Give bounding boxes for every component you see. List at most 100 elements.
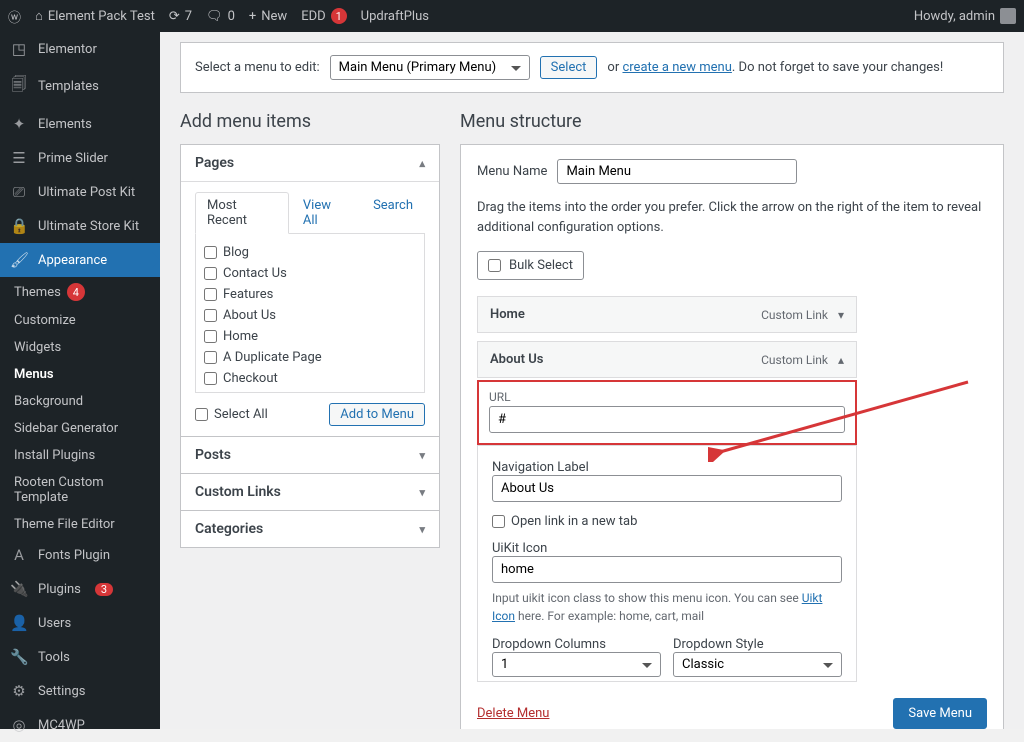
dropdown-cols-select[interactable]: 1 [492, 652, 661, 677]
caret-icon: ▾ [838, 308, 844, 322]
caret-icon: ▴ [838, 353, 844, 367]
sidebar-item[interactable]: ☰Prime Slider [0, 141, 160, 175]
sidebar-item[interactable]: 🔒Ultimate Store Kit [0, 209, 160, 243]
sidebar-sub-item[interactable]: Theme File Editor [0, 511, 160, 538]
admin-toolbar: ⓦ ⌂ Element Pack Test ⟳ 7 🗨 0 + New EDD … [0, 0, 1024, 32]
menu-structure-box: Menu Name Drag the items into the order … [460, 144, 1004, 729]
site-name[interactable]: ⌂ Element Pack Test [35, 8, 155, 24]
sidebar-item[interactable]: ◎MC4WP [0, 708, 160, 742]
sidebar-item[interactable]: 🔧Tools [0, 640, 160, 674]
menu-name-input[interactable] [557, 159, 797, 184]
menu-icon: 🔒 [10, 217, 28, 235]
delete-menu-link[interactable]: Delete Menu [477, 706, 549, 721]
menu-dropdown[interactable]: Main Menu (Primary Menu) [330, 55, 530, 80]
menu-structure-heading: Menu structure [460, 111, 1004, 132]
page-checkbox[interactable]: Purchase History [222, 389, 418, 393]
dropdown-style-select[interactable]: Classic [673, 652, 842, 677]
panel-customlinks-toggle[interactable]: Custom Links▾ [181, 474, 439, 510]
menu-item-bar[interactable]: About Us Custom Link ▴ [477, 341, 857, 378]
create-menu-link[interactable]: create a new menu [622, 60, 731, 75]
new-tab-checkbox[interactable]: Open link in a new tab [492, 514, 842, 529]
updraft-link[interactable]: UpdraftPlus [361, 9, 429, 24]
menu-select-notice: Select a menu to edit: Main Menu (Primar… [180, 42, 1004, 93]
sidebar-sub-item[interactable]: Customize [0, 307, 160, 334]
sidebar-item[interactable]: ⎚Ultimate Post Kit [0, 175, 160, 209]
sidebar-item[interactable]: ◳Elementor [0, 32, 160, 66]
navlabel-input[interactable] [492, 475, 842, 502]
caret-up-icon: ▴ [419, 157, 425, 170]
sidebar-sub-item[interactable]: Themes4 [0, 277, 160, 307]
notice-text: or create a new menu. Do not forget to s… [607, 60, 943, 75]
page-checkbox[interactable]: Contact Us [204, 263, 418, 284]
menu-icon: 🗐 [10, 74, 28, 99]
page-checkbox[interactable]: Features [204, 284, 418, 305]
uikit-help: Input uikit icon class to show this menu… [492, 589, 842, 625]
url-label: URL [489, 390, 845, 404]
menu-icon: ⎚ [10, 183, 28, 201]
uikit-input[interactable] [492, 556, 842, 583]
content-area: Select a menu to edit: Main Menu (Primar… [160, 32, 1024, 729]
menu-icon: A [10, 546, 28, 564]
page-checkbox[interactable]: Checkout [204, 368, 418, 389]
caret-down-icon: ▾ [419, 486, 425, 499]
sidebar-item[interactable]: 👤Users [0, 606, 160, 640]
bulk-select[interactable]: Bulk Select [477, 251, 584, 280]
sidebar-sub-item[interactable]: Install Plugins [0, 442, 160, 469]
add-items-heading: Add menu items [180, 111, 440, 132]
menu-icon: ☰ [10, 149, 28, 167]
sidebar-sub-item[interactable]: Rooten Custom Template [0, 469, 160, 511]
sidebar-item[interactable]: ⚙Settings [0, 674, 160, 708]
comments-link[interactable]: 🗨 0 [206, 9, 235, 24]
page-checkbox[interactable]: A Duplicate Page [204, 347, 418, 368]
caret-down-icon: ▾ [419, 523, 425, 536]
menu-icon: 👤 [10, 614, 28, 632]
sidebar-item[interactable]: 🔌Plugins3 [0, 572, 160, 606]
add-to-menu-button[interactable]: Add to Menu [329, 403, 425, 426]
navlabel-label: Navigation Label [492, 460, 589, 475]
caret-down-icon: ▾ [419, 449, 425, 462]
new-content[interactable]: + New [249, 9, 287, 24]
tab-search[interactable]: Search [361, 192, 425, 234]
brush-icon: 🖌 [10, 251, 28, 269]
menu-name-label: Menu Name [477, 164, 547, 179]
page-checkbox[interactable]: Blog [204, 242, 418, 263]
edd-link[interactable]: EDD 1 [301, 8, 346, 24]
wp-logo[interactable]: ⓦ [8, 7, 21, 26]
sidebar-sub-item[interactable]: Background [0, 388, 160, 415]
uikit-label: UiKit Icon [492, 541, 547, 556]
panel-categories-toggle[interactable]: Categories▾ [181, 511, 439, 547]
select-menu-label: Select a menu to edit: [195, 60, 320, 75]
page-checkbox[interactable]: About Us [204, 305, 418, 326]
panel-pages: Pages▴ Most RecentView AllSearch Blog Co… [180, 144, 440, 437]
menu-item-editor: Navigation Label Open link in a new tab … [477, 445, 857, 682]
save-menu-button[interactable]: Save Menu [893, 698, 987, 729]
tab-view all[interactable]: View All [291, 192, 359, 234]
url-highlight-frame: URL [477, 380, 857, 445]
select-all[interactable]: Select All [195, 404, 268, 425]
page-list[interactable]: Blog Contact Us Features About Us Home A… [195, 233, 425, 393]
howdy-account[interactable]: Howdy, admin [914, 8, 1016, 24]
sidebar-sub-item[interactable]: Sidebar Generator [0, 415, 160, 442]
url-input[interactable] [489, 406, 845, 433]
panel-posts-toggle[interactable]: Posts▾ [181, 437, 439, 473]
menu-icon: ✦ [10, 115, 28, 133]
sidebar-item[interactable]: 🗐Templates [0, 66, 160, 107]
select-button[interactable]: Select [540, 56, 598, 79]
sidebar-item-appearance[interactable]: 🖌 Appearance [0, 243, 160, 277]
menu-item-bar[interactable]: Home Custom Link ▾ [477, 296, 857, 333]
sidebar-item[interactable]: AFonts Plugin [0, 538, 160, 572]
sidebar-sub-item[interactable]: Menus [0, 361, 160, 388]
menu-icon: ◳ [10, 40, 28, 58]
sidebar-item[interactable]: ✦Elements [0, 107, 160, 141]
menu-icon: ◎ [10, 716, 28, 734]
updates-link[interactable]: ⟳ 7 [169, 9, 192, 24]
avatar-icon [1000, 8, 1016, 24]
menu-icon: 🔌 [10, 580, 28, 598]
sidebar-sub-item[interactable]: Widgets [0, 334, 160, 361]
menu-icon: ⚙ [10, 682, 28, 700]
admin-sidebar: ◳Elementor🗐Templates✦Elements☰Prime Slid… [0, 32, 160, 729]
dropdown-cols-label: Dropdown Columns [492, 637, 606, 652]
tab-most recent[interactable]: Most Recent [195, 192, 289, 234]
page-checkbox[interactable]: Home [204, 326, 418, 347]
panel-pages-toggle[interactable]: Pages▴ [181, 145, 439, 181]
